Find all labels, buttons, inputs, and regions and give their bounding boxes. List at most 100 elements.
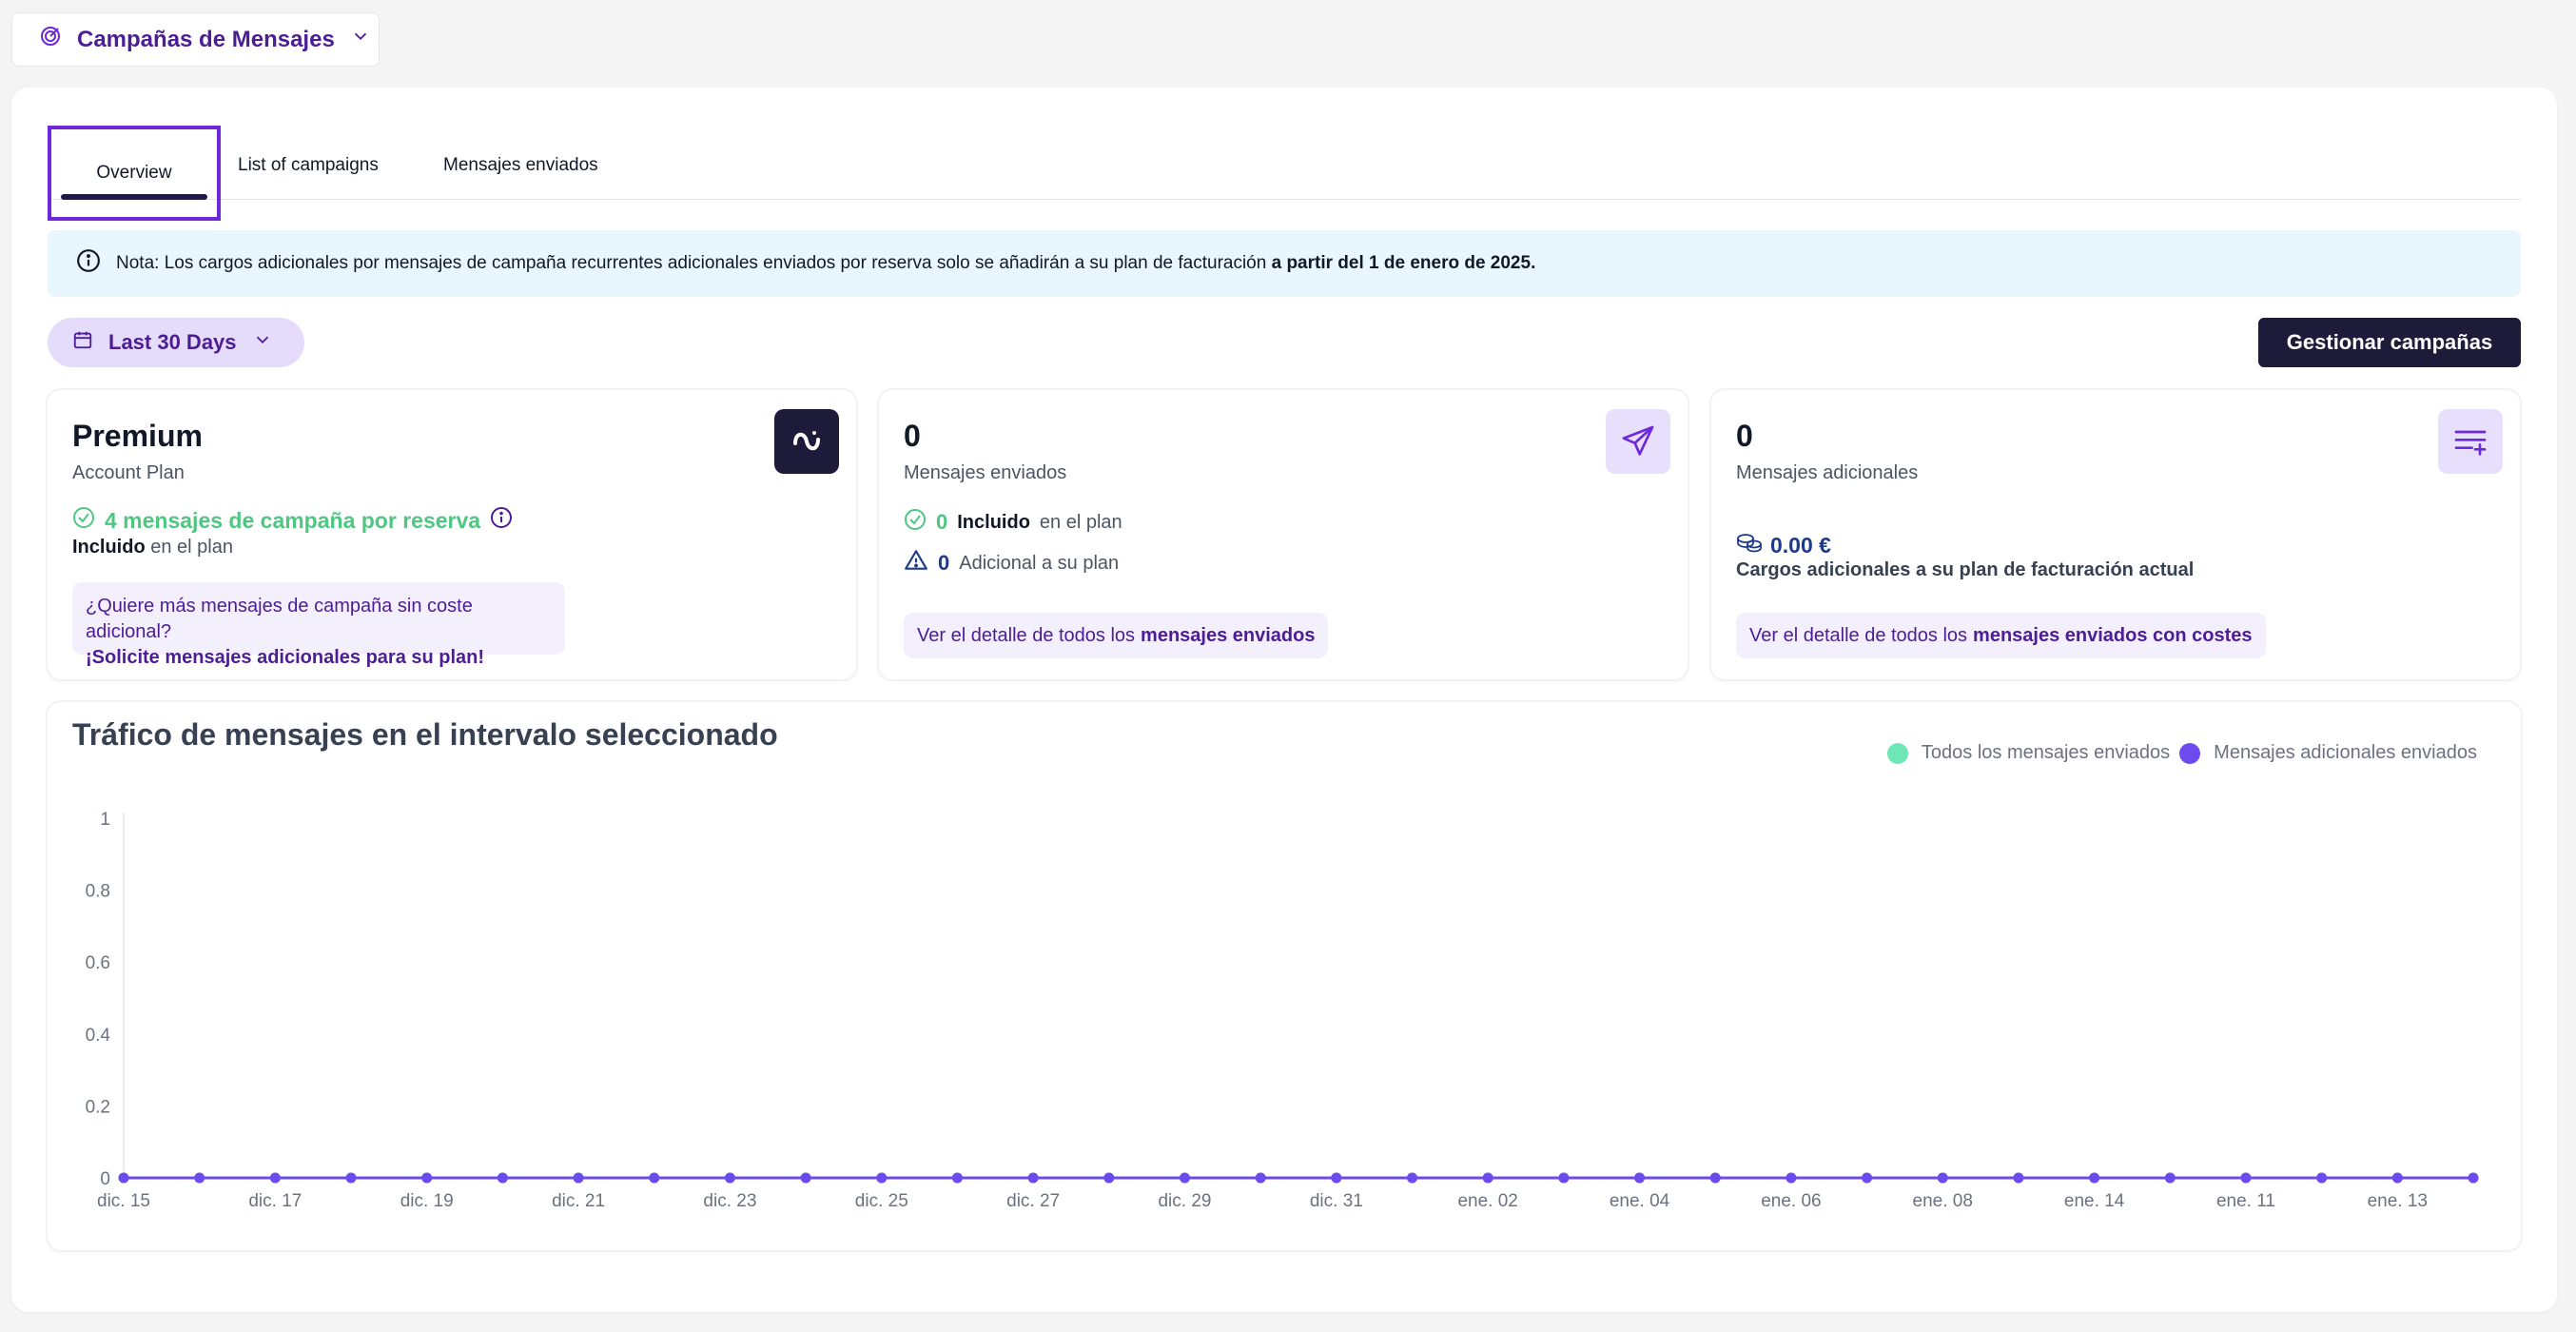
info-icon[interactable] bbox=[490, 506, 513, 535]
x-tick-label: dic. 17 bbox=[248, 1191, 302, 1211]
data-point-1 bbox=[1709, 1172, 1721, 1184]
link-prefix: Ver el detalle de todos los bbox=[1749, 624, 1968, 646]
data-point-1 bbox=[1331, 1172, 1342, 1184]
data-point-1 bbox=[2013, 1172, 2024, 1184]
module-selector-label: Campañas de Mensajes bbox=[77, 26, 335, 52]
date-range-filter[interactable]: Last 30 Days bbox=[48, 318, 304, 367]
data-point-1 bbox=[876, 1172, 888, 1184]
x-tick-label: ene. 06 bbox=[1761, 1191, 1821, 1211]
note-text: Nota: Los cargos adicionales por mensaje… bbox=[116, 253, 1535, 274]
additional-amount-row: 0.00 € bbox=[1736, 531, 1831, 559]
data-point-1 bbox=[421, 1172, 433, 1184]
additional-subtitle: Mensajes adicionales bbox=[1736, 462, 1919, 483]
link-bold: mensajes enviados bbox=[1141, 624, 1316, 646]
data-point-1 bbox=[269, 1172, 281, 1184]
sent-messages-card: 0 Mensajes enviados 0 Incluido en el pla… bbox=[879, 390, 1688, 679]
tab-bar: Overview List of campaigns Mensajes envi… bbox=[48, 126, 2521, 221]
target-icon bbox=[39, 25, 62, 54]
link-bold: mensajes enviados con costes bbox=[1973, 624, 2253, 646]
promo-question: ¿Quiere más mensajes de campaña sin cost… bbox=[86, 596, 473, 642]
x-tick-label: ene. 11 bbox=[2216, 1191, 2275, 1211]
data-point-1 bbox=[1937, 1172, 1948, 1184]
calendar-icon bbox=[72, 329, 93, 356]
x-tick-label: dic. 21 bbox=[552, 1191, 605, 1211]
campaign-module-selector[interactable]: Campañas de Mensajes bbox=[11, 12, 380, 67]
additional-count: 0 bbox=[938, 551, 950, 575]
warning-icon bbox=[904, 548, 928, 578]
data-point-1 bbox=[1027, 1172, 1039, 1184]
additional-count: 0 bbox=[1736, 419, 1753, 453]
x-tick-label: dic. 23 bbox=[703, 1191, 756, 1211]
promo-cta: ¡Solicite mensajes adicionales para su p… bbox=[86, 647, 485, 668]
y-tick-label: 0 bbox=[100, 1169, 110, 1189]
campaign-allowance: 4 mensajes de campaña por reserva bbox=[72, 506, 513, 535]
campaign-allowance-text: 4 mensajes de campaña por reserva bbox=[105, 507, 481, 533]
data-point-1 bbox=[345, 1172, 357, 1184]
additional-rest: Adicional a su plan bbox=[959, 552, 1120, 574]
billing-note-banner: Nota: Los cargos adicionales por mensaje… bbox=[48, 230, 2521, 297]
y-tick-label: 1 bbox=[100, 810, 110, 830]
included-bold: Incluido bbox=[72, 537, 146, 558]
request-additional-messages-link[interactable]: ¿Quiere más mensajes de campaña sin cost… bbox=[72, 582, 565, 668]
sent-additional-row: 0 Adicional a su plan bbox=[904, 548, 1119, 578]
data-point-1 bbox=[1179, 1172, 1190, 1184]
plan-name: Premium bbox=[72, 419, 203, 453]
date-range-label: Last 30 Days bbox=[108, 330, 237, 354]
x-tick-label: ene. 04 bbox=[1610, 1191, 1670, 1211]
y-tick-label: 0.4 bbox=[86, 1026, 111, 1046]
x-tick-label: dic. 29 bbox=[1158, 1191, 1211, 1211]
data-point-1 bbox=[2240, 1172, 2252, 1184]
data-point-1 bbox=[1482, 1172, 1493, 1184]
additional-messages-card: 0 Mensajes adicionales 0.00 € Cargos adi… bbox=[1711, 390, 2520, 679]
data-point-1 bbox=[118, 1172, 129, 1184]
y-tick-label: 0.2 bbox=[86, 1097, 110, 1117]
data-point-1 bbox=[497, 1172, 508, 1184]
data-point-1 bbox=[1103, 1172, 1115, 1184]
included-rest: en el plan bbox=[1039, 511, 1122, 533]
chevron-down-icon bbox=[252, 329, 273, 356]
plan-subtitle: Account Plan bbox=[72, 462, 185, 483]
x-tick-label: ene. 02 bbox=[1457, 1191, 1517, 1211]
info-icon bbox=[76, 248, 101, 279]
tab-list-of-campaigns[interactable]: List of campaigns bbox=[238, 131, 379, 200]
view-costed-messages-link[interactable]: Ver el detalle de todos los mensajes env… bbox=[1736, 613, 2266, 658]
data-point-1 bbox=[1634, 1172, 1646, 1184]
tab-sent-label: Mensajes enviados bbox=[443, 155, 598, 175]
link-prefix: Ver el detalle de todos los bbox=[917, 624, 1136, 646]
tab-list-label: List of campaigns bbox=[238, 155, 379, 175]
data-point-1 bbox=[1862, 1172, 1873, 1184]
data-point-1 bbox=[800, 1172, 811, 1184]
chart-plot: 0 0.2 0.4 0.6 0.8 1 dic. 15 dic. 17 dic. 19 dic. … bbox=[86, 810, 2479, 1211]
manage-campaigns-button[interactable]: Gestionar campañas bbox=[2258, 318, 2521, 367]
tab-overview[interactable]: Overview bbox=[48, 126, 221, 221]
additional-amount: 0.00 € bbox=[1770, 532, 1831, 558]
included-label: Incluido bbox=[957, 511, 1030, 533]
coins-icon bbox=[1736, 531, 1763, 559]
tab-mensajes-enviados[interactable]: Mensajes enviados bbox=[443, 131, 598, 200]
x-tick-label: dic. 25 bbox=[855, 1191, 908, 1211]
data-point-1 bbox=[2164, 1172, 2176, 1184]
data-point-1 bbox=[573, 1172, 584, 1184]
additional-charges-text: Cargos adicionales a su plan de facturac… bbox=[1736, 559, 2195, 580]
traffic-chart-card: Tráfico de mensajes en el intervalo sele… bbox=[48, 702, 2521, 1250]
data-point-1 bbox=[649, 1172, 660, 1184]
list-add-icon bbox=[2438, 409, 2503, 474]
sent-count: 0 bbox=[904, 419, 921, 453]
y-tick-label: 0.8 bbox=[86, 882, 110, 902]
active-tab-indicator bbox=[61, 194, 207, 200]
x-tick-label: ene. 13 bbox=[2368, 1191, 2428, 1211]
data-point-1 bbox=[1255, 1172, 1266, 1184]
data-point-1 bbox=[1786, 1172, 1797, 1184]
data-point-1 bbox=[951, 1172, 963, 1184]
data-point-1 bbox=[194, 1172, 205, 1184]
included-rest: en el plan bbox=[145, 537, 233, 558]
tab-overview-label: Overview bbox=[96, 163, 172, 183]
view-sent-messages-link[interactable]: Ver el detalle de todos los mensajes env… bbox=[904, 613, 1329, 658]
y-tick-label: 0.6 bbox=[86, 953, 110, 973]
data-point-1 bbox=[2391, 1172, 2403, 1184]
data-point-1 bbox=[2316, 1172, 2328, 1184]
main-panel: Overview List of campaigns Mensajes envi… bbox=[11, 88, 2557, 1312]
data-point-1 bbox=[1407, 1172, 1418, 1184]
note-text-main: Nota: Los cargos adicionales por mensaje… bbox=[116, 253, 1272, 273]
sent-included-row: 0 Incluido en el plan bbox=[904, 508, 1122, 537]
